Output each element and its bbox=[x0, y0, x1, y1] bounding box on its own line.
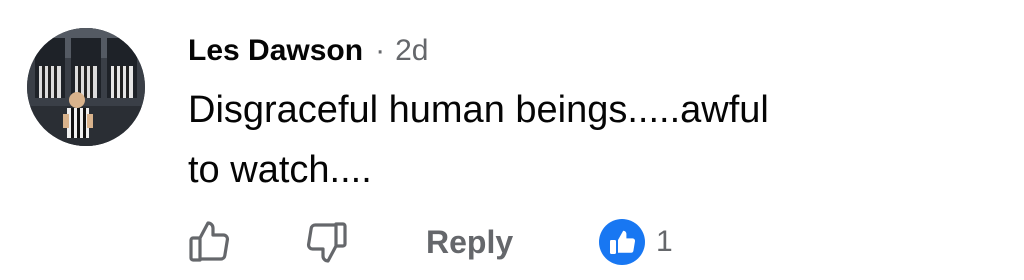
thumbs-up-outline-icon bbox=[189, 221, 230, 262]
comment-actions: Reply 1 bbox=[186, 214, 706, 270]
avatar-image bbox=[27, 28, 145, 146]
comment-text: Disgraceful human beings.....awful to wa… bbox=[188, 80, 948, 200]
avatar[interactable] bbox=[27, 28, 145, 146]
author-name[interactable]: Les Dawson bbox=[188, 34, 363, 68]
like-button[interactable] bbox=[186, 214, 234, 270]
reaction-count: 1 bbox=[656, 225, 673, 258]
reaction-summary[interactable]: 1 bbox=[598, 214, 673, 270]
separator-dot: · bbox=[375, 34, 386, 67]
timestamp[interactable]: 2d bbox=[395, 34, 428, 68]
comment-text-line: to watch.... bbox=[188, 149, 372, 191]
like-reaction-badge-icon bbox=[599, 219, 645, 265]
reply-button[interactable]: Reply bbox=[426, 214, 513, 270]
comment-text-line: Disgraceful human beings.....awful bbox=[188, 89, 769, 131]
dislike-button[interactable] bbox=[302, 214, 350, 270]
comment-header: Les Dawson · 2d bbox=[188, 30, 428, 72]
thumbs-down-outline-icon bbox=[306, 222, 347, 263]
